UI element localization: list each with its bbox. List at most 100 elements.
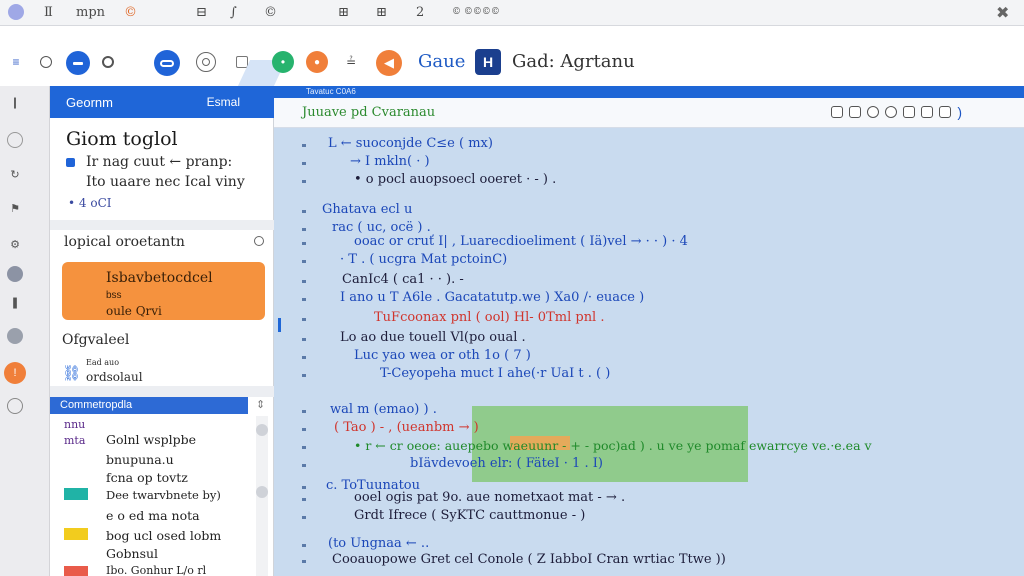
left-rail: ❙ ↻ ⚑ ⚙ ❚ ! [0, 86, 50, 576]
code-line[interactable]: Cooauopowe Gret cel Conole ( Z IabboI Cr… [332, 552, 726, 567]
code-line[interactable]: Ghatava ecl u [322, 202, 412, 217]
code-line[interactable]: • r ← cr oeoe: auepebo waeuunr - + - poc… [354, 438, 872, 453]
list-header[interactable]: Commetropdla [50, 397, 248, 414]
section-toggle-icon[interactable] [254, 236, 264, 246]
list-item[interactable]: Dee twarvbnete by) [106, 488, 221, 502]
code-line[interactable]: T-Ceyopeha muct I ahe(·r UaI t . ( ) [380, 366, 610, 381]
menu-item-3[interactable]: © [124, 2, 137, 22]
clock-icon[interactable] [7, 398, 23, 414]
list-item[interactable]: fcna op tovtz [106, 470, 188, 485]
card-subtitle: bss [106, 290, 122, 301]
settings-icon[interactable]: ⚙ [7, 236, 23, 252]
flag-icon[interactable]: ⚑ [7, 200, 23, 216]
scroll-thumb[interactable] [256, 424, 268, 436]
code-line[interactable]: ooel ogis pat 9o. aue nometxaot mat - → … [354, 490, 625, 505]
code-line[interactable]: ( Tao ) - , (ueanbm → ) [334, 420, 479, 435]
sub-a: Ead auo [86, 358, 120, 367]
tool-icon[interactable] [885, 106, 898, 118]
panel-divider [50, 220, 274, 230]
panel-header-right[interactable]: Esmal [207, 95, 240, 109]
code-line[interactable]: → I mkln( · ) [350, 154, 430, 169]
code-editor[interactable]: Juuave pd Cvaranau ) L ← suoconjde C≤e (… [274, 98, 1024, 576]
warning-icon[interactable]: ! [4, 362, 26, 384]
highlight-card[interactable]: Isbavbetocdcel bss oule Qrvi [62, 262, 265, 320]
gutter-marker [302, 560, 306, 563]
code-line[interactable]: rac ( uc, ocë ) . [332, 220, 431, 235]
code-line[interactable]: • o pocl auopsoecl ooeret · - ) . [354, 172, 556, 187]
info-icon[interactable] [7, 132, 23, 148]
bookmark-icon[interactable]: ❙ [7, 94, 23, 110]
history-icon[interactable]: ↻ [7, 166, 23, 182]
menu-lines-icon[interactable]: ≟ [342, 54, 360, 70]
scroll-thumb[interactable] [256, 486, 268, 498]
side-panel: Geornm Esmal Giom toglol Ir nag cuut ← p… [50, 86, 274, 576]
code-line[interactable]: Luc yao wea or oth 1o ( 7 ) [354, 348, 531, 363]
radio-icon[interactable] [40, 56, 52, 68]
close-icon[interactable]: ✖ [996, 2, 1009, 22]
record-icon[interactable] [102, 56, 114, 68]
list-item[interactable]: Golnl wsplpbe [106, 432, 196, 447]
menu-item-10[interactable]: © ©©©© [452, 2, 500, 22]
minus-button[interactable] [66, 51, 90, 75]
menu-item-4[interactable]: ⊟ [196, 2, 207, 22]
list-label-left: nnu [64, 418, 86, 431]
menu-item-7[interactable]: ⊞ [338, 2, 349, 22]
card-title: Isbavbetocdcel [106, 270, 213, 286]
menu-item-5[interactable]: ∫ [230, 2, 237, 22]
code-line[interactable]: CanIc4 ( ca1 · · ). - [342, 272, 464, 287]
code-line[interactable]: TuFcoonax pnl ( ool) Hl- 0Tml pnl . [374, 310, 604, 325]
code-line[interactable]: · T . ( ucgra Mat pctoinC) [340, 252, 507, 267]
color-swatch-red [64, 566, 88, 576]
menu-item-2[interactable]: mpn [76, 2, 105, 22]
tool-icon[interactable] [939, 106, 952, 118]
code-line[interactable]: (to Ungnaa ← .. [328, 536, 429, 551]
pin-icon[interactable]: ❚ [7, 294, 23, 310]
gutter-marker [302, 228, 306, 231]
app-circle-icon[interactable] [8, 2, 24, 22]
gutter-marker [302, 356, 306, 359]
tool-icon[interactable] [921, 106, 934, 118]
menu-item-6[interactable]: © [264, 2, 277, 22]
add-button[interactable]: • [272, 51, 294, 73]
list-scrollbar[interactable] [256, 416, 268, 576]
panel-meta: • 4 oCI [68, 196, 112, 210]
tool-icon[interactable] [867, 106, 880, 118]
chat-icon[interactable] [7, 328, 23, 344]
gutter-marker [302, 298, 306, 301]
editor-tools: ) [831, 105, 962, 119]
alert-button[interactable]: ● [306, 51, 328, 73]
menu-item-9[interactable]: 2 [416, 2, 424, 22]
code-line[interactable]: Lo ao due touell Vl(po oual . [340, 330, 526, 345]
list-item[interactable]: Ibo. Gonhur L/o rl [106, 564, 206, 576]
back-button[interactable]: ◀ [376, 50, 402, 76]
code-line[interactable]: Grdt Ifrece ( SyKTC cauttmonue - ) [354, 508, 585, 523]
tool-icon[interactable] [849, 106, 862, 118]
gutter-marker [302, 516, 306, 519]
tool-icon[interactable] [831, 106, 844, 118]
app-badge[interactable]: H [475, 49, 501, 75]
expand-icon[interactable]: ⇕ [256, 398, 265, 411]
menu-item-8[interactable]: ⊞ [376, 2, 387, 22]
code-line[interactable]: bIävdevoeh elr: ( FäteI · 1 . I) [410, 456, 603, 471]
code-line[interactable]: L ← suoconjde C≤e ( mx) [328, 136, 493, 151]
list-item[interactable]: bnupuna.u [106, 452, 174, 467]
panel-header-left[interactable]: Geornm [66, 95, 113, 110]
code-line[interactable]: I ano u T A6le . Gacatatutp.we ) Xa0 /· … [340, 290, 644, 305]
list-item[interactable]: e o ed ma nota [106, 508, 200, 523]
color-swatch-yellow [64, 528, 88, 540]
sub-b: ordsolaul [86, 370, 143, 384]
cloud-button[interactable] [154, 50, 180, 76]
panel-header: Geornm Esmal [50, 86, 274, 118]
toolbar-label-1: Gaue [418, 51, 466, 72]
globe-icon[interactable] [196, 52, 216, 72]
color-swatch-teal [64, 488, 88, 500]
code-line[interactable]: wal m (emao) ) . [330, 402, 437, 417]
list-icon[interactable]: ≡ [8, 54, 24, 70]
list-item[interactable]: Gobnsul [106, 546, 158, 561]
user-icon[interactable] [7, 266, 23, 282]
tool-icon[interactable] [903, 106, 916, 118]
list-item[interactable]: bog ucl osed lobm [106, 528, 221, 543]
editor-tab-strip: Tavatuc C0A6 [274, 86, 1024, 98]
code-line[interactable]: ooac or cruť I| , Luarecdioeliment ( Iä)… [354, 234, 688, 249]
menu-item-1[interactable]: Ⅱ [44, 2, 53, 22]
